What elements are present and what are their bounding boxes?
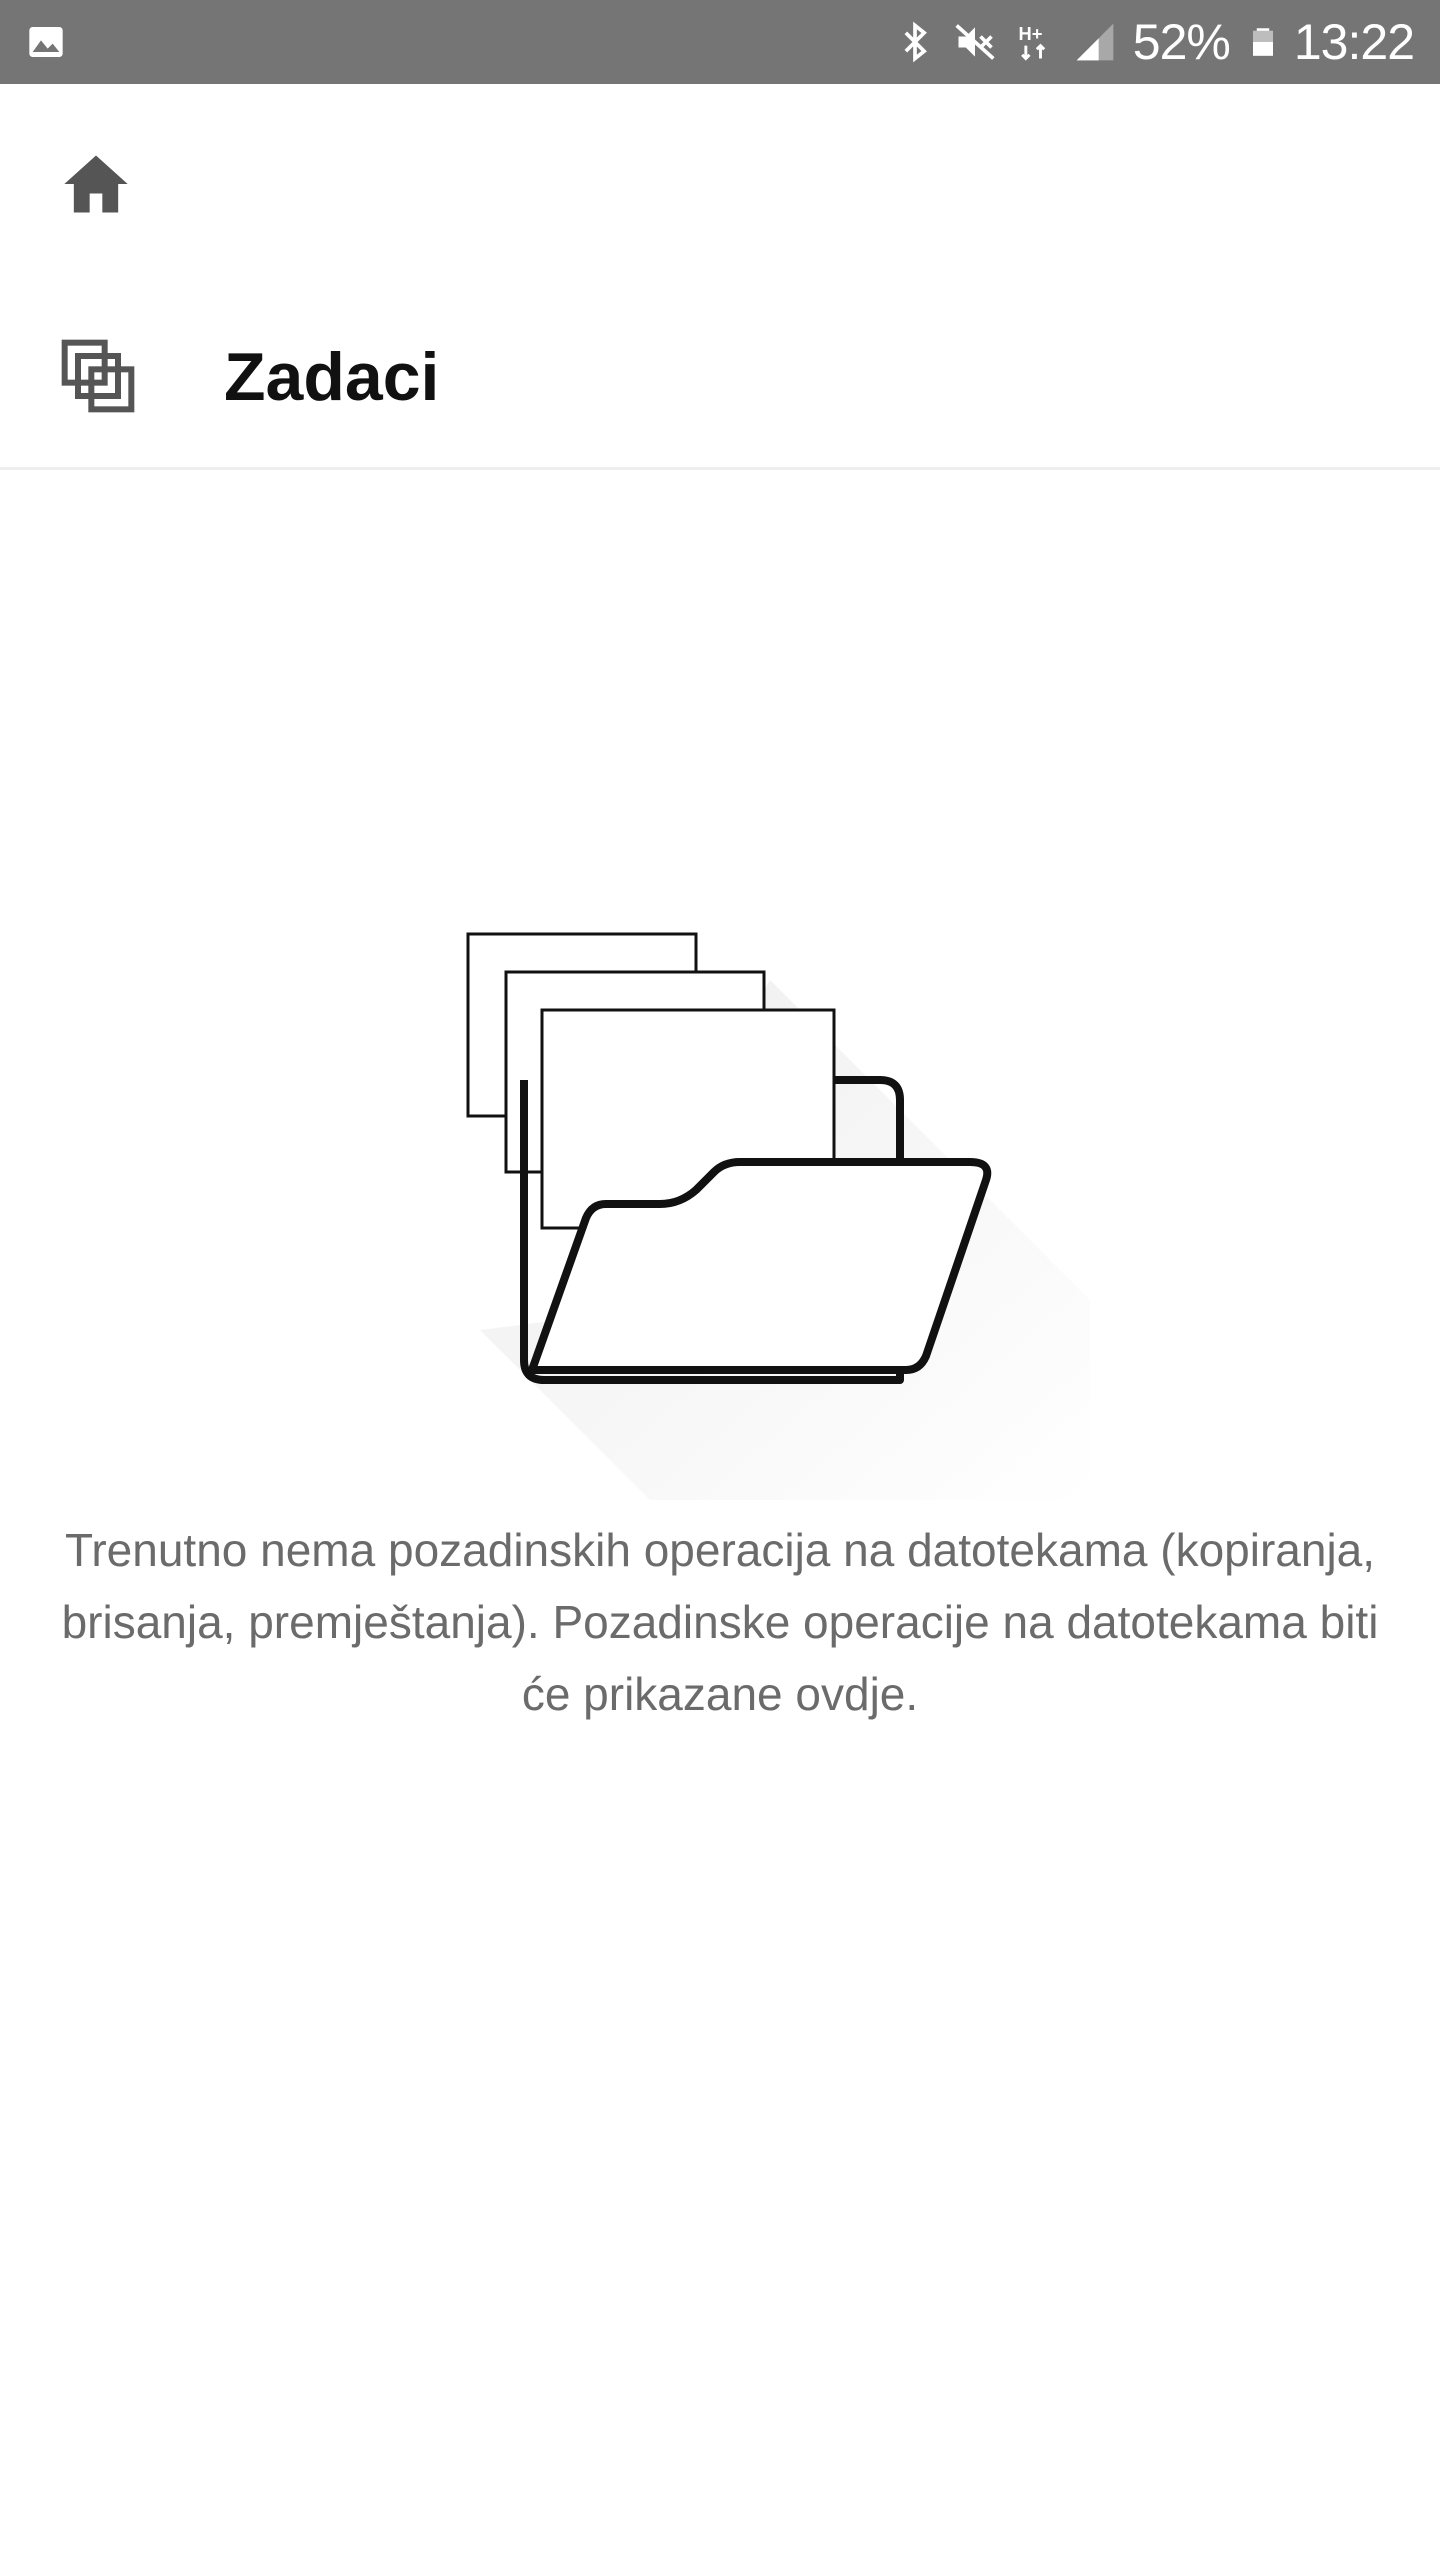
empty-folder-illustration bbox=[466, 932, 1090, 1500]
empty-state-message: Trenutno nema pozadinskih operacija na d… bbox=[61, 1524, 1379, 1720]
tasks-row[interactable]: Zadaci bbox=[0, 284, 1440, 470]
bluetooth-icon bbox=[904, 21, 927, 63]
tasks-title: Zadaci bbox=[224, 339, 440, 415]
battery-percent: 52% bbox=[1132, 14, 1231, 70]
home-button[interactable] bbox=[52, 140, 140, 228]
home-row bbox=[0, 84, 1440, 284]
status-icons: H+ 52% 13:22 bbox=[893, 0, 1415, 84]
status-bar: H+ 52% 13:22 bbox=[0, 0, 1440, 84]
home-icon bbox=[64, 155, 128, 213]
image-icon bbox=[29, 27, 63, 57]
mute-icon bbox=[955, 24, 995, 60]
battery-icon bbox=[1252, 28, 1273, 56]
signal-icon bbox=[1076, 23, 1114, 61]
svg-text:H+: H+ bbox=[1018, 23, 1042, 44]
tasks-icon bbox=[61, 339, 135, 413]
data-hplus-icon: H+ bbox=[1018, 23, 1046, 61]
status-time: 13:22 bbox=[1293, 14, 1415, 70]
